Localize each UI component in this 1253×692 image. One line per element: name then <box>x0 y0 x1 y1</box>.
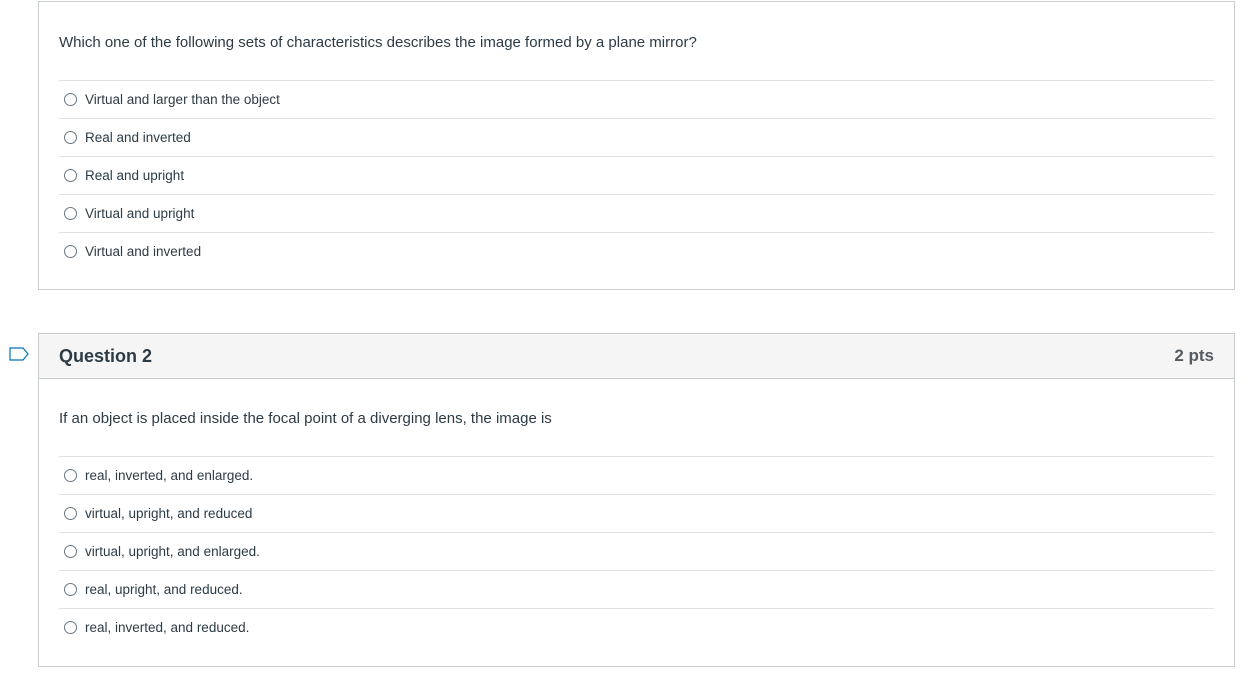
answer-option[interactable]: virtual, upright, and reduced <box>59 495 1214 533</box>
answer-option[interactable]: real, inverted, and reduced. <box>59 609 1214 646</box>
answer-option[interactable]: Virtual and inverted <box>59 233 1214 270</box>
answer-label: real, inverted, and reduced. <box>85 620 250 635</box>
answer-label: Virtual and inverted <box>85 244 202 259</box>
answer-option[interactable]: real, upright, and reduced. <box>59 571 1214 609</box>
radio-button[interactable] <box>64 207 77 220</box>
radio-button[interactable] <box>64 621 77 634</box>
question-2-answers: real, inverted, and enlarged. virtual, u… <box>59 456 1214 646</box>
answer-option[interactable]: Real and upright <box>59 157 1214 195</box>
answer-label: Virtual and larger than the object <box>85 92 280 107</box>
answer-label: Real and upright <box>85 168 185 183</box>
radio-button[interactable] <box>64 545 77 558</box>
answer-label: real, upright, and reduced. <box>85 582 243 597</box>
answer-option[interactable]: Real and inverted <box>59 119 1214 157</box>
answer-option[interactable]: Virtual and larger than the object <box>59 81 1214 119</box>
answer-option[interactable]: real, inverted, and enlarged. <box>59 457 1214 495</box>
question-2-card: Question 2 2 pts If an object is placed … <box>38 333 1235 667</box>
answer-label: real, inverted, and enlarged. <box>85 468 254 483</box>
answer-option[interactable]: Virtual and upright <box>59 195 1214 233</box>
radio-button[interactable] <box>64 583 77 596</box>
answer-option[interactable]: virtual, upright, and enlarged. <box>59 533 1214 571</box>
radio-button[interactable] <box>64 469 77 482</box>
answer-label: Virtual and upright <box>85 206 195 221</box>
radio-button[interactable] <box>64 169 77 182</box>
question-2-body: If an object is placed inside the focal … <box>39 379 1234 646</box>
radio-button[interactable] <box>64 93 77 106</box>
question-1-text: Which one of the following sets of chara… <box>59 34 697 51</box>
question-1-body: Which one of the following sets of chara… <box>39 2 1234 270</box>
question-2-header: Question 2 2 pts <box>39 334 1234 379</box>
radio-button[interactable] <box>64 507 77 520</box>
question-title: Question 2 <box>59 345 153 366</box>
radio-button[interactable] <box>64 131 77 144</box>
radio-button[interactable] <box>64 245 77 258</box>
question-1-answers: Virtual and larger than the object Real … <box>59 80 1214 270</box>
answer-label: Real and inverted <box>85 130 191 145</box>
question-1-card: Which one of the following sets of chara… <box>38 1 1235 290</box>
question-2-text: If an object is placed inside the focal … <box>59 410 552 427</box>
answer-label: virtual, upright, and reduced <box>85 506 253 521</box>
flag-question-icon[interactable] <box>9 347 29 361</box>
question-points: 2 pts <box>1174 346 1214 365</box>
answer-label: virtual, upright, and enlarged. <box>85 544 260 559</box>
